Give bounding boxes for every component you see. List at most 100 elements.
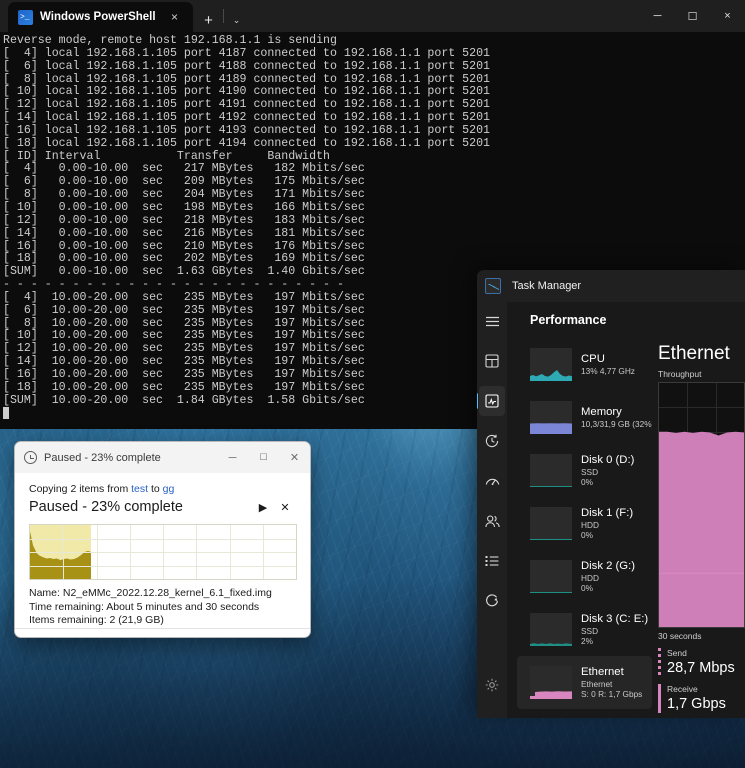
close-button[interactable]: ✕: [279, 442, 310, 473]
sidebar-item-details[interactable]: [479, 546, 505, 576]
throughput-area-series: [659, 431, 744, 627]
copy-dialog-window-buttons: ─ ☐ ✕: [217, 442, 310, 473]
list-item-sub2: 2%: [581, 636, 593, 646]
resume-button[interactable]: ▶: [252, 497, 274, 517]
disk0-mini-graph: [530, 454, 572, 487]
powershell-icon: [18, 9, 33, 25]
receive-label: Receive: [667, 684, 698, 694]
hamburger-menu-icon[interactable]: [479, 306, 505, 336]
list-item-cpu[interactable]: CPU 13% 4,77 GHz: [517, 338, 652, 391]
list-item-disk-0[interactable]: Disk 0 (D:) SSD 0%: [517, 444, 652, 497]
list-item-sub: SSD: [581, 466, 599, 477]
time-label: Time remaining:: [29, 600, 104, 613]
list-item-disk-1[interactable]: Disk 1 (F:) HDD 0%: [517, 497, 652, 550]
sidebar-item-users[interactable]: [479, 506, 505, 536]
list-item-label: Disk 0 (D:): [581, 453, 635, 466]
close-button[interactable]: ×: [710, 0, 745, 32]
sidebar-item-performance[interactable]: [477, 386, 505, 416]
tab-windows-powershell[interactable]: Windows PowerShell ×: [8, 2, 193, 32]
memory-meta: Memory 10,3/31,9 GB (32%): [581, 406, 652, 430]
name-label: Name:: [29, 587, 60, 599]
list-item-disk-3[interactable]: Disk 3 (C: E:) SSD 2%: [517, 603, 652, 656]
items-remaining-row: Items remaining: 2 (21,9 GB): [29, 614, 296, 628]
minimize-button[interactable]: ─: [217, 442, 248, 473]
send-label: Send: [667, 648, 687, 658]
tab-divider: [222, 9, 224, 23]
items-label: Items remaining:: [29, 614, 107, 626]
copy-status-headline: Paused - 23% complete: [29, 499, 183, 515]
clock-icon: [24, 451, 37, 464]
list-item-sub: SSD: [581, 625, 599, 636]
list-item-gpu-0[interactable]: GPU 0 NVIDIA GeForce R... 1% (40 °C): [517, 709, 652, 718]
copy-dialog-footer: Fewer details: [15, 627, 310, 637]
source-folder-link[interactable]: test: [131, 483, 148, 495]
copy-status-row: Paused - 23% complete ▶ ✕: [29, 497, 296, 517]
ethernet-mini-graph: [530, 666, 572, 699]
task-manager-window: Task Manager Performance CPU 13% 4,77 GH…: [477, 270, 745, 718]
copy-dialog-title: Paused - 23% complete: [44, 451, 161, 464]
cancel-copy-button[interactable]: ✕: [274, 497, 296, 517]
list-item-ethernet[interactable]: Ethernet Ethernet S: 0 R: 1,7 Gbps: [517, 656, 652, 709]
text-cursor: [3, 407, 9, 420]
receive-value: 1,7 Gbps: [667, 696, 726, 712]
list-item-sub2: 0%: [581, 477, 593, 487]
time-value: About 5 minutes and 30 seconds: [106, 600, 260, 613]
page-title: Performance: [530, 313, 607, 327]
receive-stat: Receive 1,7 Gbps: [658, 684, 745, 713]
list-item-sub: HDD: [581, 572, 599, 583]
file-name-row: Name: N2_eMMc_2022.12.28_kernel_6.1_fixe…: [29, 587, 296, 601]
list-item-memory[interactable]: Memory 10,3/31,9 GB (32%): [517, 391, 652, 444]
send-stat: Send 28,7 Mbps: [658, 648, 745, 677]
list-item-sub2: 0%: [581, 583, 593, 593]
disk2-mini-graph: [530, 560, 572, 593]
maximize-button[interactable]: ☐: [248, 442, 279, 473]
copy-mid-text: to: [148, 483, 163, 495]
copy-details: Name: N2_eMMc_2022.12.28_kernel_6.1_fixe…: [29, 580, 296, 628]
performance-resource-list: CPU 13% 4,77 GHz Memory 10,3/31,9 GB (32…: [507, 338, 652, 718]
list-item-label: Ethernet: [581, 665, 624, 678]
task-manager-titlebar[interactable]: Task Manager: [477, 270, 745, 302]
copy-progress-dialog: Paused - 23% complete ─ ☐ ✕ Copying 2 it…: [14, 441, 311, 638]
items-value: 2 (21,9 GB): [109, 614, 164, 626]
list-item-sub: Ethernet: [581, 678, 613, 689]
tab-title: Windows PowerShell: [40, 11, 156, 23]
sidebar-item-processes[interactable]: [479, 346, 505, 376]
ethernet-throughput-chart: [658, 382, 745, 628]
sidebar-item-startup-apps[interactable]: [479, 466, 505, 496]
destination-folder-link[interactable]: gg: [163, 483, 175, 495]
task-manager-content: Performance CPU 13% 4,77 GHz Memory 10,3…: [507, 302, 745, 718]
settings-gear-icon[interactable]: [479, 670, 505, 700]
close-tab-icon[interactable]: ×: [163, 5, 187, 29]
list-item-sub: 13% 4,77 GHz: [581, 365, 635, 376]
detail-title: Ethernet: [658, 343, 730, 364]
console-text: Reverse mode, remote host 192.168.1.1 is…: [3, 34, 491, 407]
send-color-key: [658, 648, 661, 677]
ethernet-meta: Ethernet Ethernet S: 0 R: 1,7 Gbps: [581, 666, 642, 700]
desktop: Windows PowerShell × + ⌄ ─ ☐ × Reverse m…: [0, 0, 745, 768]
chart-time-axis-label: 30 seconds: [658, 631, 702, 641]
powershell-titlebar[interactable]: Windows PowerShell × + ⌄ ─ ☐ ×: [0, 0, 745, 32]
copy-dialog-titlebar[interactable]: Paused - 23% complete ─ ☐ ✕: [15, 442, 310, 473]
maximize-button[interactable]: ☐: [675, 0, 710, 32]
list-item-disk-2[interactable]: Disk 2 (G:) HDD 0%: [517, 550, 652, 603]
powershell-window-buttons: ─ ☐ ×: [640, 0, 745, 32]
chevron-down-icon[interactable]: ⌄: [225, 8, 249, 32]
copy-prefix-text: Copying 2 items from: [29, 483, 132, 495]
sidebar-item-services[interactable]: [479, 586, 505, 616]
performance-detail-panel: Ethernet Throughput 30 seconds Send 28,7…: [652, 338, 745, 718]
sidebar-item-app-history[interactable]: [479, 426, 505, 456]
task-manager-title: Task Manager: [512, 280, 582, 292]
list-item-sub2: 0%: [581, 530, 593, 540]
disk3-meta: Disk 3 (C: E:) SSD 2%: [581, 613, 648, 647]
task-manager-main: Performance CPU 13% 4,77 GHz Memory 10,3…: [477, 302, 745, 718]
task-manager-sidebar: [477, 302, 507, 718]
copy-source-destination-line: Copying 2 items from test to gg: [29, 483, 296, 495]
send-value: 28,7 Mbps: [667, 660, 735, 676]
list-item-sub: HDD: [581, 519, 599, 530]
minimize-button[interactable]: ─: [640, 0, 675, 32]
copy-dialog-body: Copying 2 items from test to gg Paused -…: [15, 473, 310, 628]
disk1-meta: Disk 1 (F:) HDD 0%: [581, 507, 633, 541]
performance-header: Performance: [507, 302, 745, 338]
new-tab-icon[interactable]: +: [197, 8, 221, 32]
list-item-label: Disk 1 (F:): [581, 506, 634, 519]
